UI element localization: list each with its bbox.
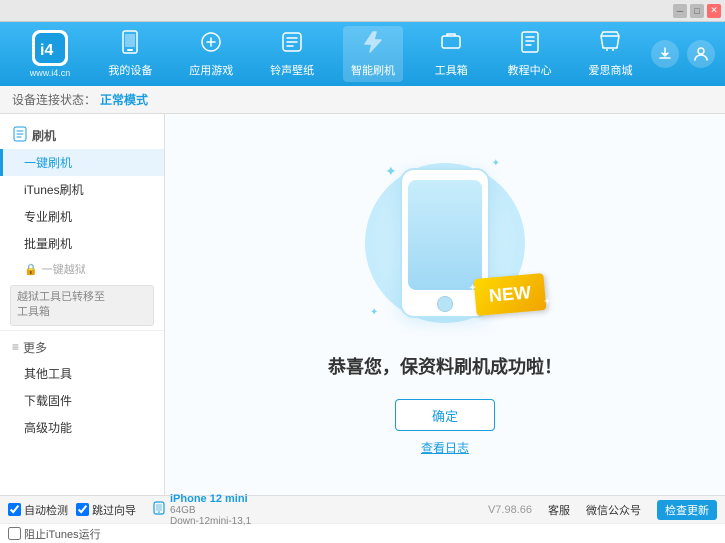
tutorials-icon <box>518 30 542 60</box>
apps-games-icon <box>199 30 223 60</box>
nav-apps-games[interactable]: 应用游戏 <box>181 26 241 82</box>
skip-wizard-checkbox[interactable]: 跳过向导 <box>76 502 136 518</box>
nav-my-device[interactable]: 我的设备 <box>100 26 160 82</box>
sidebar-more-header: ≡ 更多 <box>0 335 164 360</box>
version-label: V7.98.66 <box>488 504 532 516</box>
phone-screen <box>408 180 482 290</box>
ringtones-icon <box>280 30 304 60</box>
minimize-button[interactable]: ─ <box>673 4 687 18</box>
block-itunes-label[interactable]: 阻止iTunes运行 <box>8 526 101 542</box>
nav-store[interactable]: 爱思商城 <box>580 26 640 82</box>
status-label: 设备连接状态： <box>12 91 96 108</box>
svg-text:i4: i4 <box>40 42 53 59</box>
nav-store-label: 爱思商城 <box>588 62 632 78</box>
more-lines-icon: ≡ <box>12 340 19 354</box>
header: i4 www.i4.cn 我的设备 应用游戏 铃声壁纸 <box>0 22 725 86</box>
download-button[interactable] <box>651 40 679 68</box>
phone-illustration: ✦ ✦ ✦ NEW <box>355 153 535 333</box>
nav-my-device-label: 我的设备 <box>108 62 152 78</box>
sparkle-1: ✦ <box>385 163 397 180</box>
auto-detect-checkbox[interactable]: 自动检测 <box>8 502 68 518</box>
logo-icon: i4 <box>32 30 68 66</box>
nav-smart-flash-label: 智能刷机 <box>351 62 395 78</box>
sidebar-item-other-tools[interactable]: 其他工具 <box>0 360 164 387</box>
main-layout: 刷机 一键刷机 iTunes刷机 专业刷机 批量刷机 🔒 一键越狱 越狱工具已转… <box>0 114 725 495</box>
phone-home-button <box>437 296 453 312</box>
title-bar: ─ □ ✕ <box>0 0 725 22</box>
sparkle-2: ✦ <box>492 158 500 169</box>
confirm-button[interactable]: 确定 <box>395 399 495 431</box>
sidebar-item-onekey-flash[interactable]: 一键刷机 <box>0 149 164 176</box>
device-storage: 64GB <box>170 505 251 516</box>
block-itunes-checkbox[interactable] <box>8 527 21 540</box>
content-area: ✦ ✦ ✦ NEW 恭喜您，保资料刷机成功啦！ 确定 查看日志 <box>165 114 725 495</box>
maximize-button[interactable]: □ <box>690 4 704 18</box>
sidebar-jailbreak-locked: 🔒 一键越狱 <box>0 257 164 281</box>
my-device-icon <box>118 30 142 60</box>
sidebar-item-itunes-flash[interactable]: iTunes刷机 <box>0 176 164 203</box>
nav-smart-flash[interactable]: 智能刷机 <box>343 26 403 82</box>
status-bar: 设备连接状态： 正常模式 <box>0 86 725 114</box>
sidebar-item-advanced[interactable]: 高级功能 <box>0 414 164 441</box>
nav-ringtones[interactable]: 铃声壁纸 <box>262 26 322 82</box>
success-message: 恭喜您，保资料刷机成功啦！ <box>328 353 562 379</box>
nav-tutorials[interactable]: 教程中心 <box>500 26 560 82</box>
device-section: iPhone 12 mini 64GB Down-12mini-13,1 <box>152 493 251 527</box>
view-log-link[interactable]: 查看日志 <box>421 439 469 456</box>
customer-service-link[interactable]: 客服 <box>548 502 570 518</box>
sidebar-divider <box>0 330 164 331</box>
logo-url: www.i4.cn <box>30 68 71 78</box>
flash-section-icon <box>12 126 28 145</box>
check-update-button[interactable]: 检查更新 <box>657 500 717 520</box>
new-badge: NEW <box>474 273 547 316</box>
bottom-right: V7.98.66 客服 微信公众号 检查更新 <box>488 500 717 520</box>
skip-wizard-input[interactable] <box>76 503 89 516</box>
lock-icon: 🔒 <box>24 263 38 276</box>
sidebar-jailbreak-notice: 越狱工具已转移至工具箱 <box>10 285 154 326</box>
nav-tools-label: 工具箱 <box>435 62 468 78</box>
device-icon <box>152 501 166 518</box>
nav-tutorials-label: 教程中心 <box>508 62 552 78</box>
bottom-left: 自动检测 跳过向导 iPhone 12 mini 64GB Down-12min… <box>8 493 251 527</box>
nav-apps-label: 应用游戏 <box>189 62 233 78</box>
device-name: iPhone 12 mini <box>170 493 251 505</box>
store-icon <box>598 30 622 60</box>
smart-flash-icon <box>361 30 385 60</box>
sidebar-item-pro-flash[interactable]: 专业刷机 <box>0 203 164 230</box>
tools-icon <box>439 30 463 60</box>
sparkle-3: ✦ <box>370 307 378 318</box>
nav-bar: 我的设备 应用游戏 铃声壁纸 智能刷机 工具箱 <box>90 26 651 82</box>
wechat-public-link[interactable]: 微信公众号 <box>586 502 641 518</box>
status-value: 正常模式 <box>100 91 148 108</box>
auto-detect-input[interactable] <box>8 503 21 516</box>
nav-ringtones-label: 铃声壁纸 <box>270 62 314 78</box>
sidebar-item-download-firmware[interactable]: 下载固件 <box>0 387 164 414</box>
close-button[interactable]: ✕ <box>707 4 721 18</box>
sidebar-item-batch-flash[interactable]: 批量刷机 <box>0 230 164 257</box>
sidebar-flash-label: 刷机 <box>32 127 56 144</box>
device-info: iPhone 12 mini 64GB Down-12mini-13,1 <box>170 493 251 527</box>
user-button[interactable] <box>687 40 715 68</box>
sidebar-flash-header: 刷机 <box>0 122 164 149</box>
header-right-controls <box>651 40 715 68</box>
bottom-bar: 自动检测 跳过向导 iPhone 12 mini 64GB Down-12min… <box>0 495 725 523</box>
logo[interactable]: i4 www.i4.cn <box>10 30 90 78</box>
sidebar: 刷机 一键刷机 iTunes刷机 专业刷机 批量刷机 🔒 一键越狱 越狱工具已转… <box>0 114 165 495</box>
nav-tools[interactable]: 工具箱 <box>424 26 479 82</box>
device-model: Down-12mini-13,1 <box>170 516 251 527</box>
